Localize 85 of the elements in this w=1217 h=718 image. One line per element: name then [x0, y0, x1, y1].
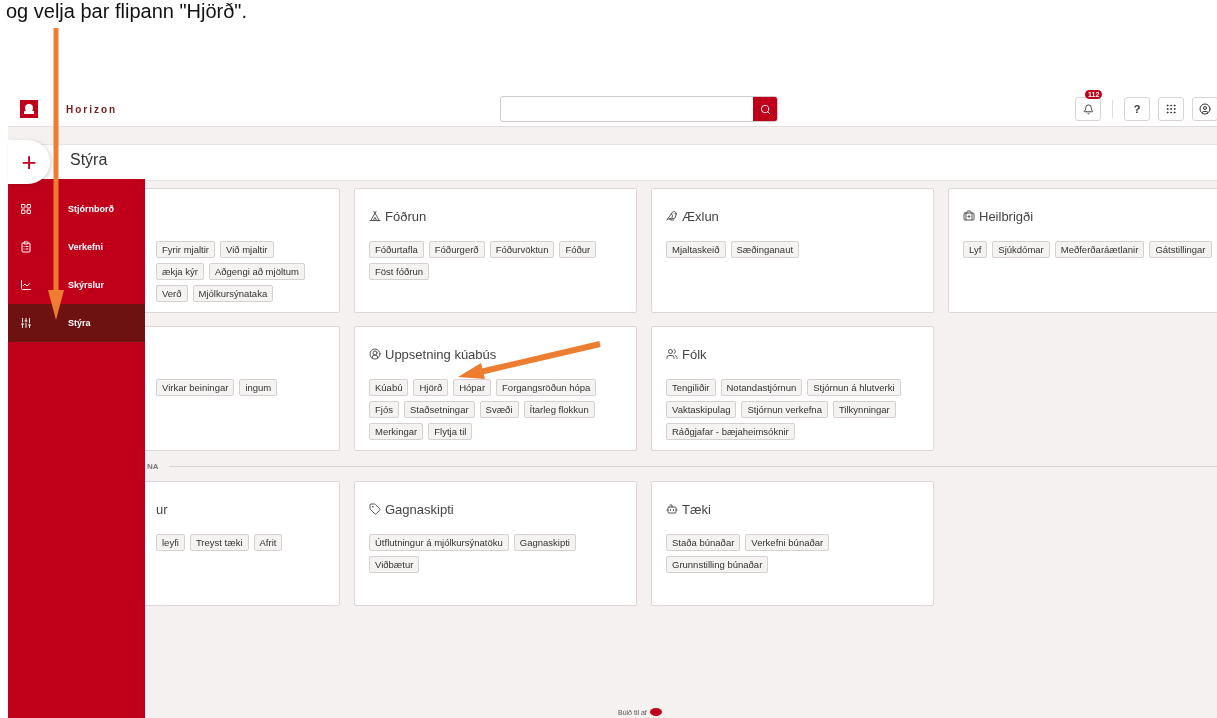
card-title: Uppsetning kúabús — [385, 346, 497, 362]
people-icon — [666, 348, 678, 360]
menu-chip[interactable]: Tengiliðir — [666, 379, 716, 396]
user-icon — [1199, 103, 1211, 115]
search-field[interactable] — [500, 96, 778, 122]
menu-chip[interactable]: Staðsetningar — [403, 401, 475, 418]
menu-chip[interactable]: Sjúkdómar — [992, 241, 1050, 258]
search-icon — [759, 103, 771, 115]
sidebar-item[interactable]: Verkefni — [8, 228, 145, 266]
menu-chip[interactable]: Verð — [156, 285, 188, 302]
menu-chip[interactable]: Treyst tæki — [189, 534, 249, 551]
menu-chip[interactable]: Hjörð — [413, 379, 449, 396]
notifications-button[interactable] — [1075, 97, 1101, 121]
sidebar-item[interactable]: Stjórnborð — [8, 190, 145, 228]
card-title: Tæki — [682, 501, 711, 517]
card-title: Æxlun — [682, 208, 719, 224]
bird-icon — [666, 210, 678, 222]
menu-chip[interactable]: Við mjaltir — [219, 241, 274, 258]
menu-chip[interactable]: Kúabú — [369, 379, 409, 396]
menu-chip[interactable]: Vaktaskipulag — [666, 401, 737, 418]
menu-chip[interactable]: Flytja til — [428, 423, 473, 440]
menu-chip[interactable]: Grunnstilling búnaðar — [666, 556, 769, 573]
menu-chip[interactable]: Tilkynningar — [832, 401, 896, 418]
menu-chip[interactable]: Fyrir mjaltir — [156, 241, 215, 258]
sliders-icon — [20, 317, 32, 329]
help-button[interactable]: ? — [1124, 97, 1150, 121]
menu-chip[interactable]: Forgangsröðun hópa — [496, 379, 597, 396]
menu-chip[interactable]: Útflutningur á mjólkursýnatöku — [369, 534, 509, 551]
logo-text: Horizon — [66, 103, 118, 115]
menu-chip[interactable]: Fjós — [369, 401, 399, 418]
menu-chip[interactable]: ingum — [239, 379, 278, 396]
menu-chip[interactable]: Stjórnun verkefna — [741, 401, 828, 418]
clipboard-icon — [20, 241, 32, 253]
card-title: Heilbrigði — [979, 208, 1034, 224]
menu-chip[interactable]: Mjaltaskeið — [666, 241, 726, 258]
grid-icon — [20, 203, 32, 215]
menu-chip[interactable]: Virkar beiningar — [156, 379, 235, 396]
card-title: Fóðrun — [385, 208, 427, 224]
bell-icon — [1082, 103, 1094, 115]
menu-chip[interactable]: Gátstillingar — [1149, 241, 1212, 258]
menu-chip[interactable]: Verkefni búnaðar — [745, 534, 830, 551]
medical-briefcase-icon — [963, 210, 975, 222]
menu-chip[interactable]: Hópar — [453, 379, 492, 396]
profile-button[interactable] — [1192, 97, 1217, 121]
menu-chip[interactable]: Lyf — [963, 241, 988, 258]
menu-chip[interactable]: Fóðurgerð — [428, 241, 485, 258]
logo-icon — [20, 100, 38, 118]
robot-icon — [666, 503, 678, 515]
menu-chip[interactable]: Svæði — [479, 401, 519, 418]
grid-dots-icon — [1165, 103, 1177, 115]
menu-chip[interactable]: Notandastjórnun — [720, 379, 803, 396]
menu-chip[interactable]: Fóðurtafla — [369, 241, 424, 258]
menu-chip[interactable]: Viðbætur — [369, 556, 420, 573]
card-title: Fólk — [682, 346, 707, 362]
menu-chip[interactable]: Afrit — [253, 534, 283, 551]
menu-chip[interactable]: Merkingar — [369, 423, 424, 440]
menu-chip[interactable]: Meðferðaráætlanir — [1054, 241, 1145, 258]
user-icon — [369, 348, 381, 360]
chart-icon — [20, 279, 32, 291]
sidebar-item[interactable]: Stýra — [8, 304, 145, 342]
sidebar-item[interactable]: Skýrslur — [8, 266, 145, 304]
menu-chip[interactable]: Fóður — [559, 241, 597, 258]
menu-chip[interactable]: Ítarleg flokkun — [523, 401, 595, 418]
card-title: Gagnaskipti — [385, 501, 454, 517]
card-title: ur — [156, 501, 168, 517]
menu-chip[interactable]: Stjórnun á hlutverki — [807, 379, 901, 396]
page-title: Stýra — [70, 150, 108, 169]
menu-chip[interactable]: Föst fóðrun — [369, 263, 430, 280]
section-label: NA — [147, 461, 159, 471]
menu-chip[interactable]: Fóðurvöktun — [489, 241, 555, 258]
menu-chip[interactable]: Sæðinganaut — [730, 241, 800, 258]
apps-button[interactable] — [1158, 97, 1184, 121]
menu-chip[interactable]: leyfi — [156, 534, 185, 551]
tag-icon — [369, 503, 381, 515]
caption-text: og velja þar flipann "Hjörð". — [5, 0, 248, 24]
menu-chip[interactable]: Ráðgjafar - bæjaheimsóknir — [666, 423, 795, 440]
tent-icon — [369, 210, 381, 222]
menu-chip[interactable]: ækja kýr — [156, 263, 204, 280]
menu-chip[interactable]: Gagnaskipti — [513, 534, 576, 551]
add-button[interactable]: + — [8, 140, 50, 184]
menu-chip[interactable]: Mjólkursýnataka — [192, 285, 274, 302]
search-button[interactable] — [753, 97, 777, 121]
menu-chip[interactable]: Staða búnaðar — [666, 534, 741, 551]
logo-icon — [649, 708, 662, 716]
menu-chip[interactable]: Aðgengi að mjöltum — [208, 263, 305, 280]
